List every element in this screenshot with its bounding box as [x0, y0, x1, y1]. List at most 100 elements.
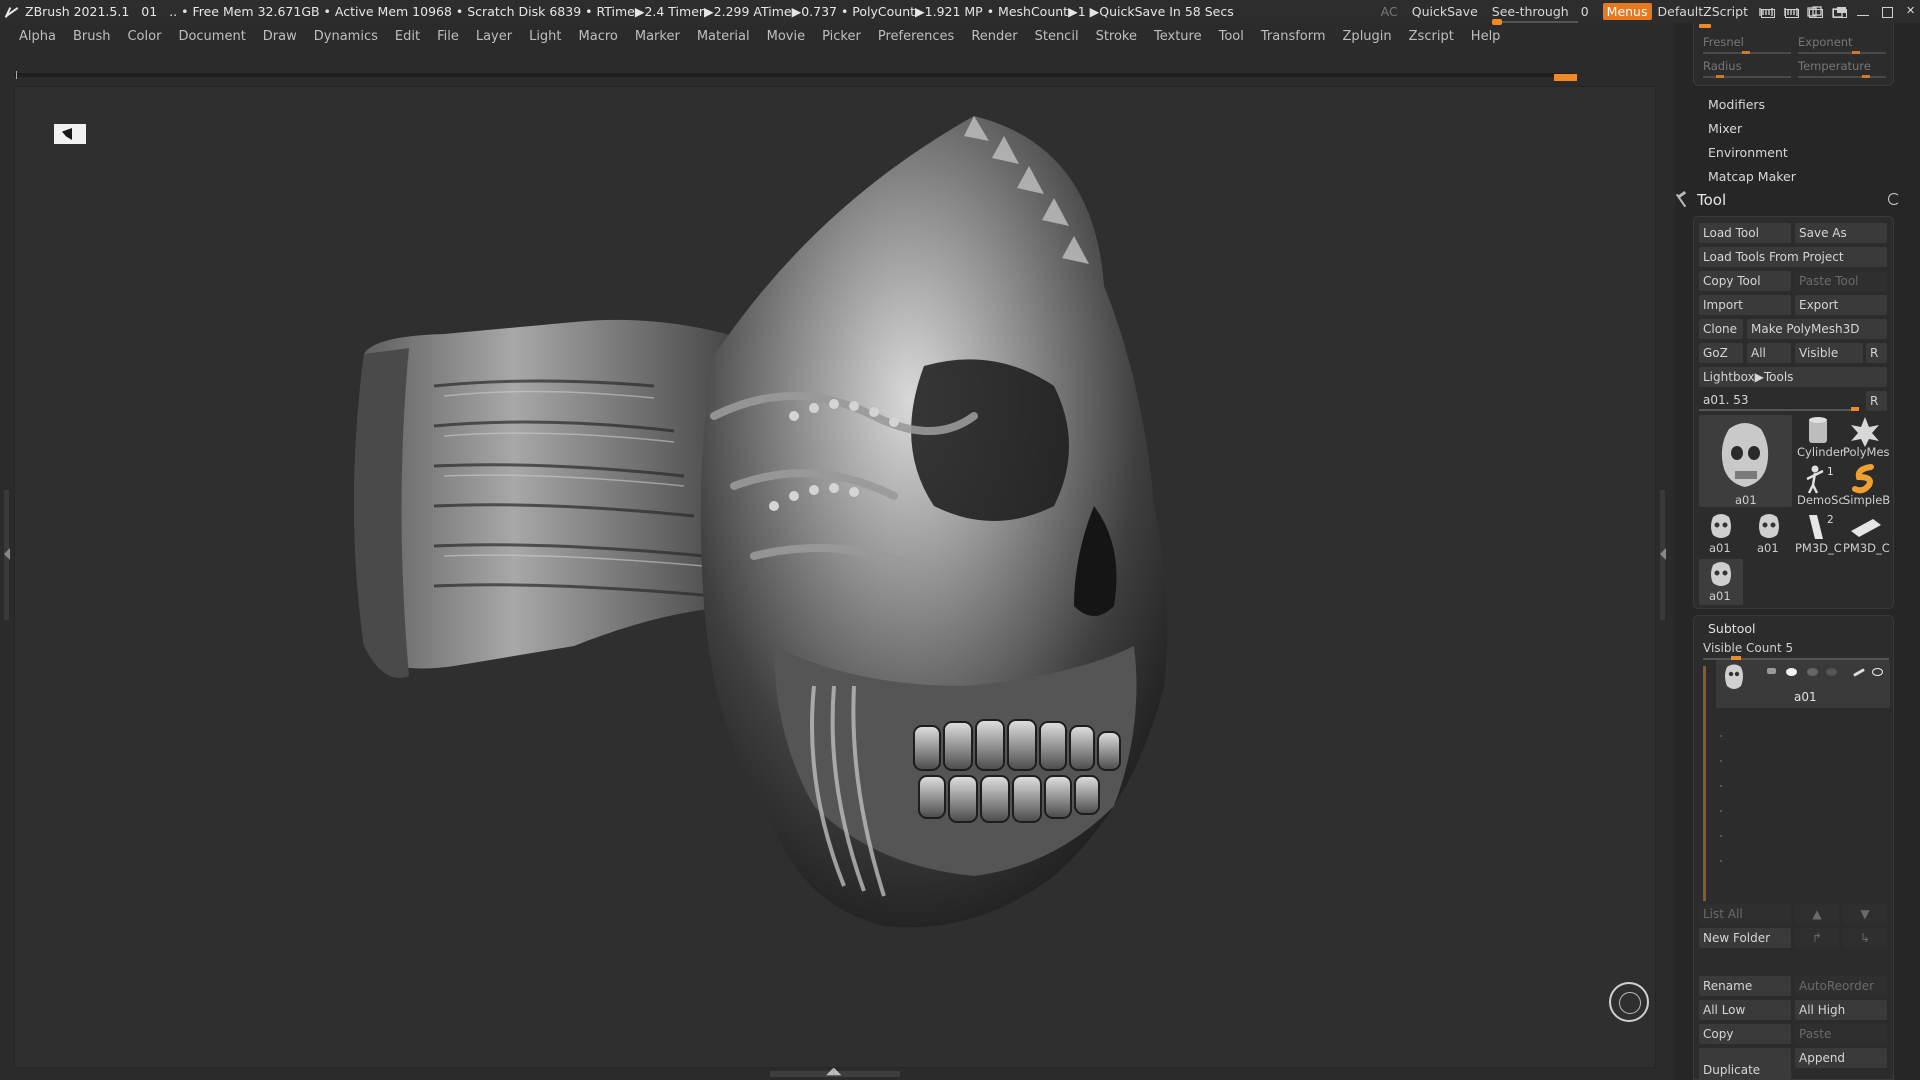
menus-toggle-button[interactable]: Menus — [1602, 3, 1652, 20]
menu-zplugin[interactable]: Zplugin — [1343, 29, 1392, 44]
goz-r-button[interactable]: R — [1866, 343, 1887, 363]
tool-thumb-pm3d-2[interactable]: PM3D_C — [1843, 511, 1890, 557]
minimize-icon[interactable] — [1854, 6, 1872, 18]
menu-edit[interactable]: Edit — [395, 29, 420, 44]
tool-thumb-a01-4[interactable]: a01 — [1699, 559, 1743, 605]
menu-preferences[interactable]: Preferences — [878, 29, 954, 44]
subtool-row-a01[interactable]: a01 — [1716, 660, 1890, 708]
ui-layout-icon[interactable] — [1806, 5, 1824, 18]
paste-tool-button[interactable]: Paste Tool — [1795, 271, 1887, 291]
append-button[interactable]: Append — [1795, 1048, 1887, 1068]
make-polymesh3d-button[interactable]: Make PolyMesh3D — [1747, 319, 1887, 339]
menu-layer[interactable]: Layer — [476, 29, 512, 44]
menu-color[interactable]: Color — [127, 29, 161, 44]
goz-button[interactable]: GoZ — [1699, 343, 1743, 363]
temperature-slider[interactable] — [1798, 76, 1886, 78]
lightbox-tools-button[interactable]: Lightbox▶Tools — [1699, 367, 1887, 387]
tool-thumb-simplebrush[interactable]: SimpleB — [1843, 463, 1890, 509]
tool-thumb-pm3d-1[interactable]: 2 PM3D_C — [1795, 511, 1842, 557]
all-high-button[interactable]: All High — [1795, 1000, 1887, 1020]
default-zscript-button[interactable]: DefaultZScript — [1658, 4, 1749, 19]
subtool-toggle-on-icon[interactable] — [1786, 668, 1797, 676]
radius-knob[interactable] — [1716, 75, 1724, 78]
bottom-tray-arrows-icon[interactable]: ◢◣ — [826, 1066, 841, 1077]
restore-icon[interactable] — [1878, 6, 1896, 18]
menu-alpha[interactable]: Alpha — [19, 29, 56, 44]
copy-tool-button[interactable]: Copy Tool — [1699, 271, 1791, 291]
export-button[interactable]: Export — [1795, 295, 1887, 315]
menu-dynamics[interactable]: Dynamics — [314, 29, 378, 44]
menu-transform[interactable]: Transform — [1261, 29, 1326, 44]
subtool-title[interactable]: Subtool — [1708, 621, 1755, 636]
current-tool-slider[interactable]: a01. 53 — [1699, 390, 1859, 410]
auto-reorder-button[interactable]: AutoReorder — [1795, 976, 1887, 996]
menu-light[interactable]: Light — [529, 29, 561, 44]
current-tool-slider-knob[interactable] — [1851, 407, 1859, 411]
left-tray-arrow-icon[interactable] — [4, 548, 10, 560]
navigation-gizmo-icon[interactable] — [1609, 982, 1649, 1022]
move-down-arrow-icon[interactable]: ▼ — [1843, 904, 1887, 924]
all-low-button[interactable]: All Low — [1699, 1000, 1791, 1020]
menu-material[interactable]: Material — [697, 29, 750, 44]
close-icon[interactable] — [1902, 4, 1920, 18]
temperature-knob[interactable] — [1862, 75, 1870, 78]
save-as-button[interactable]: Save As — [1795, 223, 1887, 243]
move-into-folder-icon[interactable]: ↱ — [1795, 928, 1839, 948]
mixer-subpalette[interactable]: Mixer — [1708, 121, 1742, 136]
menu-picker[interactable]: Picker — [822, 29, 861, 44]
menu-zscript[interactable]: Zscript — [1409, 29, 1454, 44]
exponent-slider[interactable] — [1798, 52, 1886, 54]
tool-thumb-cylinder[interactable]: Cylinder — [1797, 415, 1845, 461]
new-folder-button[interactable]: New Folder — [1699, 928, 1791, 948]
visible-count-slider[interactable]: Visible Count 5 — [1703, 641, 1793, 655]
list-all-button[interactable]: List All — [1699, 904, 1791, 924]
menu-stencil[interactable]: Stencil — [1035, 29, 1079, 44]
right-tray-arrow-icon[interactable] — [1660, 548, 1666, 560]
subtool-solo-icon[interactable] — [1826, 668, 1837, 676]
paste-subtool-button[interactable]: Paste — [1795, 1024, 1887, 1044]
floating-window-icon[interactable] — [1830, 6, 1848, 18]
document-canvas[interactable] — [14, 86, 1656, 1068]
tool-palette-title[interactable]: Tool — [1697, 191, 1726, 209]
copy-subtool-button[interactable]: Copy — [1699, 1024, 1791, 1044]
menu-document[interactable]: Document — [178, 29, 245, 44]
menu-file[interactable]: File — [437, 29, 459, 44]
import-button[interactable]: Import — [1699, 295, 1791, 315]
move-up-arrow-icon[interactable]: ▲ — [1795, 904, 1839, 924]
exponent-knob[interactable] — [1852, 51, 1860, 54]
tool-thumb-polymesh[interactable]: PolyMes — [1843, 415, 1890, 461]
modifiers-subpalette[interactable]: Modifiers — [1708, 97, 1765, 112]
menu-stroke[interactable]: Stroke — [1096, 29, 1137, 44]
load-tool-button[interactable]: Load Tool — [1699, 223, 1791, 243]
subtool-list-scrollbar[interactable] — [1703, 666, 1706, 901]
environment-subpalette[interactable]: Environment — [1708, 145, 1788, 160]
tool-thumb-a01-main[interactable]: a01 — [1699, 415, 1792, 507]
perspective-camera-icon[interactable] — [54, 124, 86, 144]
menu-tool[interactable]: Tool — [1219, 29, 1244, 44]
menu-draw[interactable]: Draw — [263, 29, 297, 44]
matcap-maker-subpalette[interactable]: Matcap Maker — [1708, 169, 1796, 184]
layout-left-icon[interactable] — [1758, 6, 1776, 18]
subtool-polypaint-icon[interactable] — [1767, 668, 1776, 674]
menu-macro[interactable]: Macro — [579, 29, 618, 44]
subtool-visibility-eye-icon[interactable] — [1872, 668, 1883, 676]
menu-brush[interactable]: Brush — [73, 29, 111, 44]
fresnel-knob[interactable] — [1742, 51, 1750, 54]
menu-movie[interactable]: Movie — [767, 29, 805, 44]
move-out-folder-icon[interactable]: ↳ — [1843, 928, 1887, 948]
current-tool-slider-track[interactable] — [1699, 409, 1859, 411]
quicksave-button[interactable]: QuickSave — [1412, 4, 1478, 19]
tool-thumb-a01-3[interactable]: a01 — [1747, 511, 1791, 557]
menu-marker[interactable]: Marker — [635, 29, 680, 44]
panel-slider-knob[interactable] — [1699, 24, 1711, 28]
see-through-slider[interactable]: See-through 0 — [1491, 4, 1589, 25]
menu-render[interactable]: Render — [971, 29, 1017, 44]
load-tools-from-project-button[interactable]: Load Tools From Project — [1699, 247, 1887, 267]
rename-button[interactable]: Rename — [1699, 976, 1791, 996]
clone-button[interactable]: Clone — [1699, 319, 1743, 339]
tool-thumb-a01-2[interactable]: a01 — [1699, 511, 1743, 557]
goz-all-button[interactable]: All — [1747, 343, 1791, 363]
goz-visible-button[interactable]: Visible — [1795, 343, 1863, 363]
palette-popup-icon[interactable] — [1888, 193, 1900, 205]
menu-help[interactable]: Help — [1471, 29, 1501, 44]
